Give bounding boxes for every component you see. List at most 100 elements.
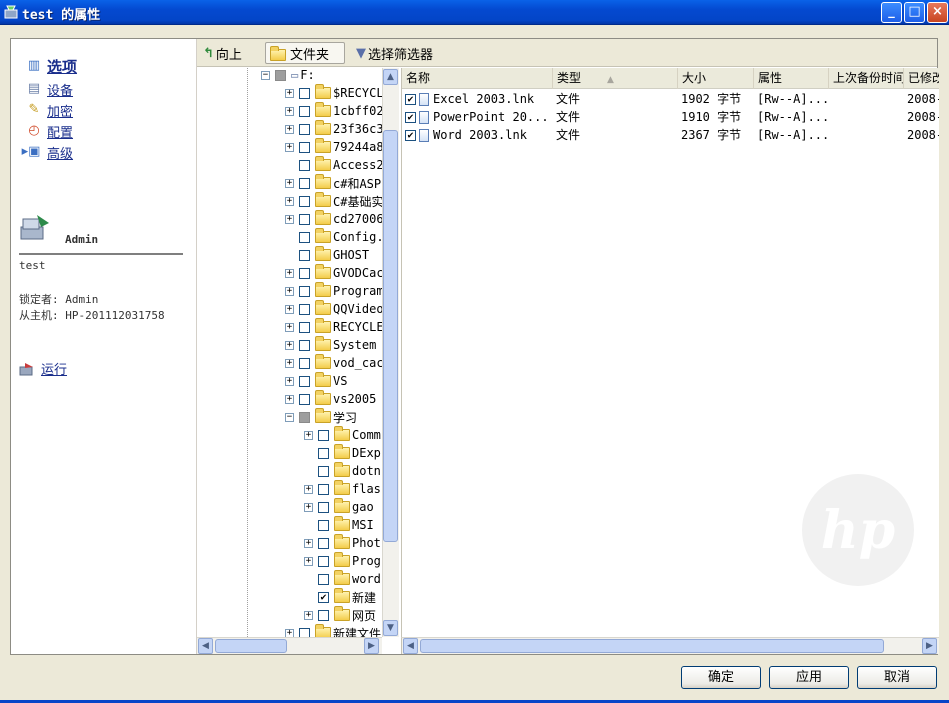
tree-folder-item[interactable]: + vs2005 [285,390,376,408]
tree-checkbox[interactable] [318,519,329,531]
expand-icon[interactable]: + [285,268,294,278]
scroll-left-button[interactable]: ◀ [198,638,213,654]
tree-checkbox[interactable] [299,123,310,135]
expand-icon[interactable]: + [285,214,294,224]
tree-folder-item[interactable]: GHOST [285,246,369,264]
tree-subfolder-item[interactable]: MSI [304,516,374,534]
close-button[interactable]: × [927,2,948,23]
tree-checkbox[interactable] [318,483,329,495]
tree-subfolder-item[interactable]: DExp [304,444,381,462]
column-header-type[interactable]: 类型 ▲ [553,68,678,89]
expand-icon[interactable]: + [304,484,313,494]
tree-checkbox[interactable] [318,447,329,459]
tree-checkbox[interactable] [318,555,329,567]
scroll-up-button[interactable]: ▲ [383,69,398,85]
minimize-button[interactable]: _ [881,2,902,23]
expand-icon[interactable]: + [304,538,313,548]
file-checkbox[interactable]: ✔ [405,94,416,105]
up-button[interactable]: ↰ 向上 [199,42,246,64]
expand-icon[interactable]: + [304,502,313,512]
tree-subfolder-item[interactable]: + Comm [304,426,381,444]
tree-checkbox[interactable]: ✔ [318,591,329,603]
expand-icon[interactable]: + [285,322,294,332]
scroll-thumb[interactable] [420,639,884,653]
tree-subfolder-item[interactable]: dotn [304,462,381,480]
scroll-right-button[interactable]: ▶ [922,638,937,654]
expand-icon[interactable]: + [285,628,294,637]
expand-icon[interactable]: + [285,88,294,98]
tree-checkbox[interactable] [299,141,310,153]
tree-folder-item[interactable]: Access2 [285,156,384,174]
tree-folder-item[interactable]: − 学习 [285,408,357,426]
expand-icon[interactable]: + [285,358,294,368]
tree-subfolder-item[interactable]: + 网页 [304,606,376,624]
expand-icon[interactable]: + [285,196,294,206]
tree-folder-item[interactable]: + QQVideo [285,300,384,318]
expand-icon[interactable]: + [285,124,294,134]
tree-folder-item[interactable]: + c#和ASP [285,174,381,192]
tree-folder-item[interactable]: + VS [285,372,347,390]
tree-checkbox[interactable] [318,501,329,513]
tree-checkbox[interactable] [299,303,310,315]
tree-root[interactable]: − ▭ F: [261,68,315,84]
column-header-attributes[interactable]: 属性 [754,68,829,89]
tree-checkbox[interactable] [299,105,310,117]
tree-checkbox[interactable] [299,627,310,637]
tree-checkbox[interactable] [318,465,329,477]
tree-checkbox[interactable] [299,87,310,99]
list-horizontal-scrollbar[interactable]: ◀ ▶ [401,637,939,654]
tree-checkbox[interactable] [299,411,310,423]
scroll-thumb[interactable] [383,130,398,542]
tree-subfolder-item[interactable]: + flas [304,480,381,498]
tree-folder-item[interactable]: Config. [285,228,384,246]
tree-checkbox[interactable] [299,231,310,243]
tree-checkbox[interactable] [318,429,329,441]
nav-item-devices[interactable]: ▤ 设备 [25,80,73,99]
tree-checkbox[interactable] [299,159,310,171]
tree-checkbox[interactable] [299,339,310,351]
expand-icon[interactable]: + [304,430,313,440]
expand-icon[interactable]: + [304,610,313,620]
tree-folder-item[interactable]: + C#基础实 [285,192,383,210]
tree-subfolder-item[interactable]: word [304,570,381,588]
ok-button[interactable]: 确定 [681,666,761,689]
list-item[interactable]: ✔ Word 2003.lnk 文件 2367 字节 [Rw--A]... 2008- [402,126,939,144]
expand-icon[interactable]: + [285,286,294,296]
collapse-icon[interactable]: − [285,412,294,422]
scroll-right-button[interactable]: ▶ [364,638,379,654]
nav-item-config[interactable]: ◴ 配置 [25,122,73,141]
column-header-name[interactable]: 名称 [402,68,553,89]
tree-subfolder-item[interactable]: + Phot [304,534,381,552]
tree-folder-item[interactable]: + System [285,336,376,354]
tree-checkbox[interactable] [299,321,310,333]
maximize-button[interactable]: □ [904,2,925,23]
column-header-size[interactable]: 大小 [678,68,754,89]
expand-icon[interactable]: + [285,304,294,314]
tree-folder-item[interactable]: + GVODCac [285,264,384,282]
tree-checkbox[interactable] [318,537,329,549]
tree-folder-item[interactable]: +79244a8 [285,138,384,156]
collapse-icon[interactable]: − [261,70,270,80]
scroll-thumb[interactable] [215,639,287,653]
tree-folder-item[interactable]: + Program [285,282,384,300]
file-checkbox[interactable]: ✔ [405,112,416,123]
tree-checkbox[interactable] [299,375,310,387]
expand-icon[interactable]: + [285,340,294,350]
nav-item-options[interactable]: ▥ 选项 [25,57,77,76]
tree-checkbox[interactable] [275,69,286,81]
nav-item-encryption[interactable]: ✎ 加密 [25,101,73,120]
tree-checkbox[interactable] [299,393,310,405]
tree-horizontal-scrollbar[interactable]: ◀ ▶ [197,637,382,654]
tree-checkbox[interactable] [318,609,329,621]
tree-folder-item[interactable]: + 新建文件 [285,624,381,637]
tree-checkbox[interactable] [299,285,310,297]
scroll-down-button[interactable]: ▼ [383,620,398,636]
tree-folder-item[interactable]: +1cbff02 [285,102,384,120]
column-header-last-backup[interactable]: 上次备份时间 [829,68,904,89]
file-checkbox[interactable]: ✔ [405,130,416,141]
tree-checkbox[interactable] [299,213,310,225]
tree-folder-item[interactable]: + $RECYCL [285,84,384,102]
expand-icon[interactable]: + [285,178,294,188]
expand-icon[interactable]: + [285,376,294,386]
expand-icon[interactable]: + [304,556,313,566]
